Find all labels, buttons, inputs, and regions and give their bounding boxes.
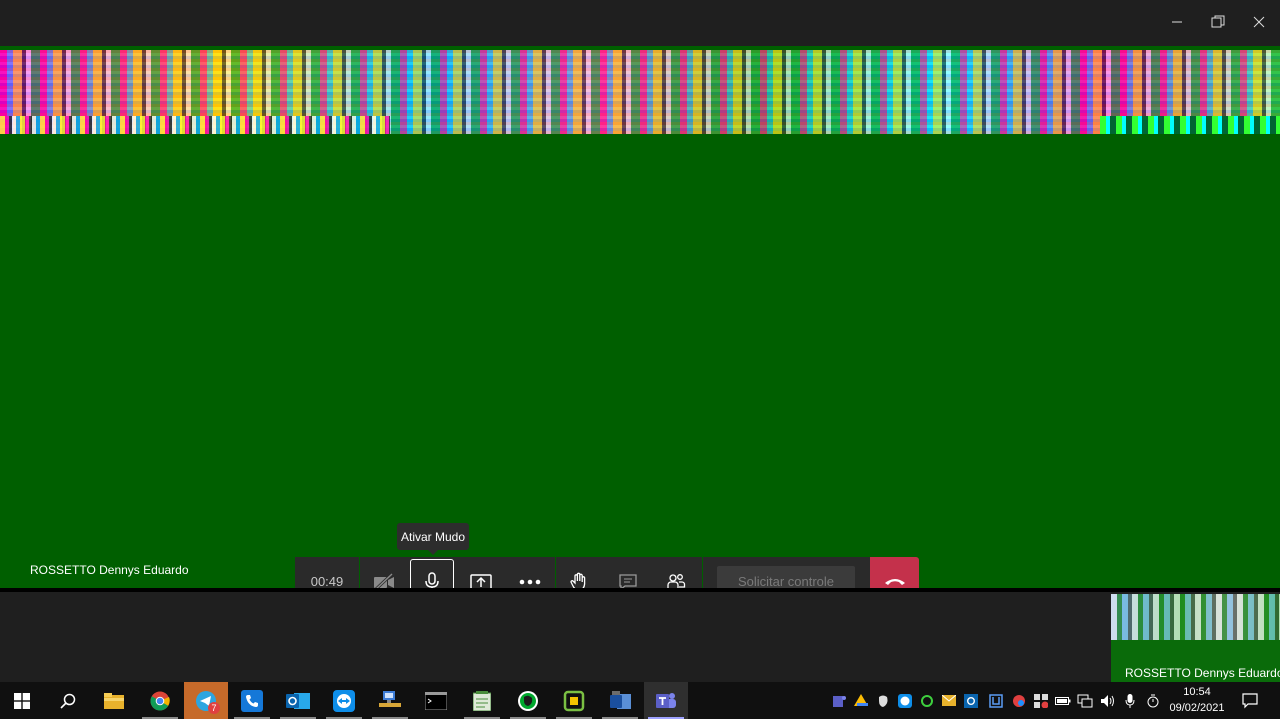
clock-date: 09/02/2021 xyxy=(1169,702,1225,714)
screen-glitch-strip xyxy=(0,116,390,134)
self-video-glitch xyxy=(1111,594,1280,640)
participants-button[interactable] xyxy=(652,557,700,588)
evernote-icon[interactable] xyxy=(506,682,550,719)
shared-screen: ROSSETTO Dennys Eduardo Ativar Mudo 00:4… xyxy=(0,46,1280,588)
tray-network-icon[interactable] xyxy=(1074,682,1096,719)
hang-up-button[interactable] xyxy=(870,557,919,588)
tray-mic-icon[interactable] xyxy=(1119,682,1141,719)
request-control-button[interactable]: Solicitar controle xyxy=(717,566,855,588)
search-icon xyxy=(60,693,76,709)
file-explorer-icon[interactable] xyxy=(92,682,136,719)
tray-teamviewer-icon[interactable] xyxy=(894,682,916,719)
restore-button[interactable] xyxy=(1204,8,1232,36)
teamviewer-icon[interactable] xyxy=(322,682,366,719)
tray-timer-icon[interactable] xyxy=(1142,682,1164,719)
outlook-2-icon[interactable] xyxy=(598,682,642,719)
phone-hangup-icon xyxy=(884,578,905,585)
more-options-button[interactable] xyxy=(506,557,554,588)
terminal-icon[interactable] xyxy=(414,682,458,719)
minimize-button[interactable] xyxy=(1163,8,1191,36)
chrome-icon[interactable] xyxy=(138,682,182,719)
tray-volume-icon[interactable] xyxy=(1097,682,1119,719)
search-button[interactable] xyxy=(46,682,90,719)
presenter-name: ROSSETTO Dennys Eduardo xyxy=(30,563,189,577)
self-view-name: ROSSETTO Dennys Eduardo xyxy=(1125,666,1280,680)
telegram-badge: 7 xyxy=(208,702,220,714)
self-video[interactable]: ROSSETTO Dennys Eduardo xyxy=(1111,594,1280,682)
tray-outlook-icon[interactable] xyxy=(960,682,982,719)
close-button[interactable] xyxy=(1245,8,1273,36)
call-controls: 00:49 Solicitar controle xyxy=(295,557,919,588)
tray-security-icon[interactable] xyxy=(1030,682,1052,719)
tray-drive-icon[interactable] xyxy=(850,682,872,719)
tray-shield-icon[interactable] xyxy=(1008,682,1030,719)
tray-mail-icon[interactable] xyxy=(938,682,960,719)
start-button[interactable] xyxy=(0,682,44,719)
taskbar-clock[interactable]: 10:54 09/02/2021 xyxy=(1162,684,1232,716)
taskbar: 7 10:54 09/02/2021 xyxy=(0,682,1280,719)
raise-hand-button[interactable] xyxy=(555,557,603,588)
mute-tooltip: Ativar Mudo xyxy=(397,523,469,555)
title-bar xyxy=(0,0,1280,46)
tray-teams-icon[interactable] xyxy=(828,682,850,719)
share-screen-button[interactable] xyxy=(457,557,505,588)
camera-off-button[interactable] xyxy=(360,557,408,588)
phone-app-icon[interactable] xyxy=(230,682,274,719)
call-timer: 00:49 xyxy=(310,574,344,588)
teams-icon[interactable] xyxy=(644,682,688,719)
windows-icon xyxy=(14,692,30,709)
screen-glitch-strip-right xyxy=(1100,116,1280,134)
meeting-lower-area xyxy=(0,592,1280,682)
tray-sync-icon[interactable] xyxy=(916,682,938,719)
notepad-icon[interactable] xyxy=(460,682,504,719)
vmware-icon[interactable] xyxy=(552,682,596,719)
notification-center-button[interactable] xyxy=(1238,682,1262,719)
tray-app-icon[interactable] xyxy=(985,682,1007,719)
chat-button[interactable] xyxy=(604,557,652,588)
notification-icon xyxy=(1242,692,1258,708)
network-tool-icon[interactable] xyxy=(368,682,412,719)
tray-evernote-icon[interactable] xyxy=(872,682,894,719)
clock-time: 10:54 xyxy=(1183,686,1211,698)
telegram-icon[interactable]: 7 xyxy=(184,682,228,719)
mic-button[interactable] xyxy=(408,557,456,588)
outlook-icon[interactable] xyxy=(276,682,320,719)
tray-battery-icon[interactable] xyxy=(1052,682,1074,719)
